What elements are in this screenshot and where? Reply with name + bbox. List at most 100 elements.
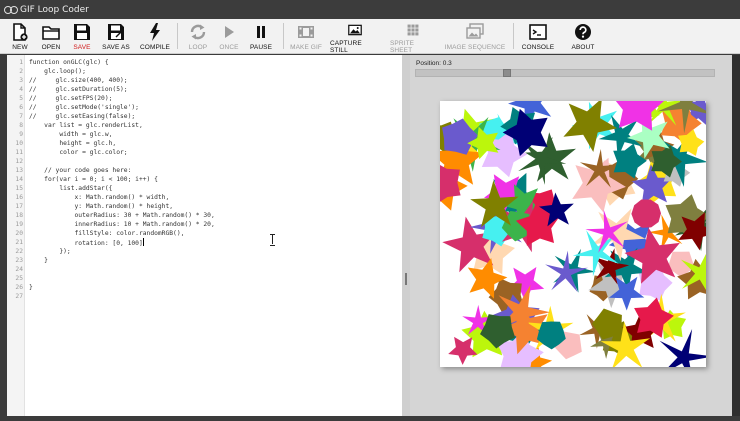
new-button-label: NEW [12,44,28,51]
line-number: 24 [15,266,23,273]
line-number: 2 [19,68,23,75]
window-bottom-border [0,416,740,421]
line-number: 10 [15,140,23,147]
code-line[interactable]: width = glc.w, [29,130,112,139]
loop-button[interactable]: LOOP [185,19,211,54]
toolbar-separator [177,23,178,49]
app-logo-icon [4,6,18,14]
title-bar: GIF Loop Coder [0,0,740,19]
line-number: 4 [19,86,23,93]
save-button[interactable]: SAVE [69,19,95,54]
line-number: 22 [15,248,23,255]
code-line[interactable]: fillStyle: color.randomRGB(), [29,229,184,238]
line-number: 26 [15,284,23,291]
code-line[interactable]: // your code goes here: [29,166,131,175]
folder-icon [42,26,60,40]
compile-button[interactable]: COMPILE [139,19,171,54]
save-button-label: SAVE [73,44,91,51]
toolbar-separator [283,23,284,49]
code-line[interactable]: }); [29,247,70,256]
position-slider[interactable] [415,69,715,77]
code-editor[interactable]: 1 2 3 4 5 6 7 8 9 10 11 12 13 14 15 16 17 18 19 20 21 22 23 24 2… [7,55,402,416]
pane-splitter[interactable] [402,55,410,416]
once-button-label: ONCE [219,44,239,51]
open-button-label: OPEN [41,44,61,51]
line-number: 23 [15,257,23,264]
make-gif-button[interactable]: MAKE GIF [289,19,323,54]
code-line[interactable]: list.addStar({ [29,184,112,193]
code-line[interactable]: // glc.setDuration(5); [29,85,128,94]
code-line[interactable]: // glc.size(400, 400); [29,76,128,85]
about-button-label: ABOUT [571,44,595,51]
save-disk-icon [74,24,90,40]
line-number: 16 [15,194,23,201]
code-line[interactable]: } [29,283,33,292]
once-button[interactable]: ONCE [216,19,242,54]
line-number: 13 [15,167,23,174]
position-slider-thumb[interactable] [503,69,511,77]
line-number: 19 [15,221,23,228]
line-number: 3 [19,77,23,84]
position-label: Position: 0.3 [416,60,452,67]
code-line[interactable]: // glc.setMode('single'); [29,103,139,112]
code-line[interactable]: innerRadius: 10 + Math.random() * 20, [29,220,214,229]
capture-still-button-label: CAPTURE STILL [330,40,362,54]
save-as-button[interactable]: SAVE AS [101,19,131,54]
line-number: 11 [15,149,23,156]
line-number: 18 [15,212,23,219]
sprite-sheet-button[interactable]: SPRITE SHEET [390,19,436,54]
line-number: 27 [15,293,23,300]
line-number: 25 [15,275,23,282]
window-right-border [732,55,740,421]
star-render-canvas [440,101,706,367]
code-line[interactable]: x: Math.random() * width, [29,193,169,202]
about-button[interactable]: ABOUT [566,19,600,54]
code-line[interactable]: // glc.setFPS(20); [29,94,112,103]
console-button-label: CONSOLE [521,44,555,51]
line-number: 1 [19,59,23,66]
line-number: 7 [19,113,23,120]
sprite-sheet-button-label: SPRITE SHEET [390,40,415,54]
new-button[interactable]: NEW [7,19,33,54]
code-line[interactable]: color = glc.color; [29,148,127,157]
line-number-gutter: 1 2 3 4 5 6 7 8 9 10 11 12 13 14 15 16 17 18 19 20 21 22 23 24 2… [7,55,25,416]
compile-button-label: COMPILE [140,44,170,51]
code-line[interactable]: y: Math.random() * height, [29,202,173,211]
code-line[interactable]: // glc.setEasing(false); [29,112,135,121]
line-number: 15 [15,185,23,192]
code-line[interactable]: for(var i = 0; i < 100; i++) { [29,175,158,184]
code-line[interactable]: function onGLC(glc) { [29,58,109,67]
help-question-icon [575,24,591,40]
text-cursor-icon [270,234,275,246]
code-line[interactable]: outerRadius: 30 + Math.random() * 30, [29,211,214,220]
text-caret [142,238,144,246]
play-icon [225,26,234,38]
code-line[interactable]: var list = glc.renderList, [29,121,143,130]
code-line[interactable]: } [29,256,48,265]
line-number: 9 [19,131,23,138]
loop-arrows-icon [190,24,206,40]
splitter-grip-icon [405,273,407,285]
line-number: 8 [19,122,23,129]
save-as-disk-icon [108,24,124,40]
star-shape [631,199,661,228]
capture-still-button[interactable]: CAPTURE STILL [330,19,380,54]
film-strip-icon [298,26,314,38]
new-file-icon [13,23,28,41]
lightning-bolt-icon [150,23,160,41]
pause-button[interactable]: PAUSE [247,19,275,54]
line-number: 6 [19,104,23,111]
code-line[interactable]: height = glc.h, [29,139,116,148]
image-sequence-button[interactable]: IMAGE SEQUENCE [444,19,506,54]
image-sequence-icon [466,23,484,39]
star-shape [448,336,478,365]
make-gif-button-label: MAKE GIF [290,44,322,51]
image-sequence-button-label: IMAGE SEQUENCE [444,44,506,51]
line-number: 20 [15,230,23,237]
toolbar: NEW OPEN SAVE SAVE AS COMPILE LOOP ONCE … [0,19,740,54]
open-button[interactable]: OPEN [38,19,64,54]
line-number: 5 [19,95,23,102]
code-line[interactable]: glc.loop(); [29,67,86,76]
line-number: 14 [15,176,23,183]
console-button[interactable]: CONSOLE [520,19,556,54]
